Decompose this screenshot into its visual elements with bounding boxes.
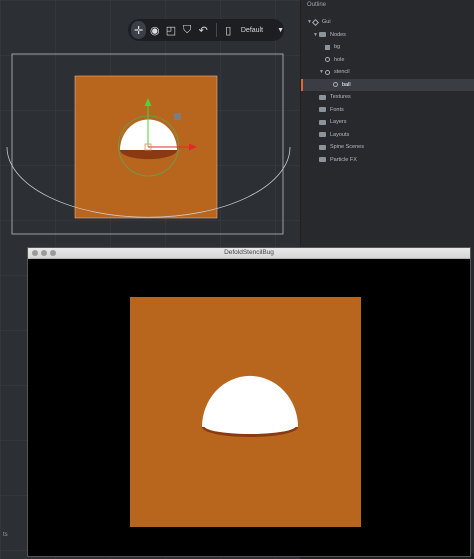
edge-fragment: ts [3,532,8,538]
undo-icon: ↶ [198,24,208,37]
game-ball-white [202,375,298,427]
game-bg-node [130,297,361,527]
outline-item-hole[interactable]: hole [301,54,474,66]
outline-item-label: Gui [322,19,331,26]
outline-item-layers[interactable]: Layers [301,116,474,128]
stencil-icon [333,82,338,88]
folder-icon [319,32,326,38]
rotate-icon: ◉ [149,24,160,37]
stencil-icon [325,57,330,63]
eye-icon: ⛉ [182,23,192,36]
rotate-tool-button[interactable]: ◉ [147,21,162,39]
scale-tool-button[interactable]: ◰ [163,21,178,39]
outline-item-label: Spine Scenes [330,144,364,151]
outline-item-layouts[interactable]: Layouts [301,129,474,141]
reset-camera-button[interactable]: ↶ [196,21,211,39]
outline-item-label: Layers [330,119,347,126]
outline-item-stencil[interactable]: ▼ stencil [301,66,474,78]
outline-item-label: Particle FX [330,156,357,163]
outline-item-label: Fonts [330,106,344,113]
outline-item-textures[interactable]: Textures [301,91,474,103]
outline-title: Outline [307,2,327,8]
outline-item-fonts[interactable]: Fonts [301,104,474,116]
outline-item-label: Nodes [330,31,346,38]
game-ball-render [202,375,298,437]
folder-icon [319,157,326,163]
outline-item-bg[interactable]: bg [301,41,474,53]
gui-icon [311,18,320,26]
outline-item-spine-scenes[interactable]: Spine Scenes [301,141,474,153]
folder-icon [319,119,326,125]
outline-item-label: Layouts [330,131,350,138]
box-node-icon [325,44,330,50]
outline-item-label: stencil [334,69,350,76]
chevron-down-icon[interactable]: ▼ [277,27,284,34]
outline-item-label: Textures [330,94,351,101]
layout-device-button[interactable]: ▯ [221,21,236,39]
scale-icon: ◰ [165,24,177,37]
scene-toolbar: ✛ ◉ ◰ ⛉ ↶ ▯ Default ▼ [128,19,284,41]
outline-item-nodes[interactable]: ▼ Nodes [301,29,474,41]
device-icon: ▯ [225,24,232,37]
outline-item-particle-fx[interactable]: Particle FX [301,154,474,166]
outline-item-label: bg [334,44,341,51]
toolbar-separator [215,23,217,37]
visibility-filter-button[interactable]: ⛉ [180,21,195,39]
move-tool-button[interactable]: ✛ [131,21,147,39]
folder-icon [319,107,326,113]
outline-item-ball[interactable]: ball [301,78,474,92]
window-titlebar[interactable]: DefoldStencilBug [28,248,470,259]
stencil-icon [325,69,330,75]
move-icon: ✛ [133,24,144,37]
outline-item-gui[interactable]: ▼ Gui [301,16,474,28]
window-title: DefoldStencilBug [224,249,274,256]
outline-item-label: ball [342,81,351,88]
game-window[interactable]: DefoldStencilBug [28,248,470,556]
game-render-canvas[interactable] [28,259,470,556]
folder-icon [319,132,326,138]
folder-icon [319,94,326,100]
outline-item-label: hole [334,56,345,63]
folder-icon [319,144,326,150]
gizmo-plane-handle[interactable] [174,113,181,120]
layout-dropdown-label[interactable]: Default [241,27,263,34]
